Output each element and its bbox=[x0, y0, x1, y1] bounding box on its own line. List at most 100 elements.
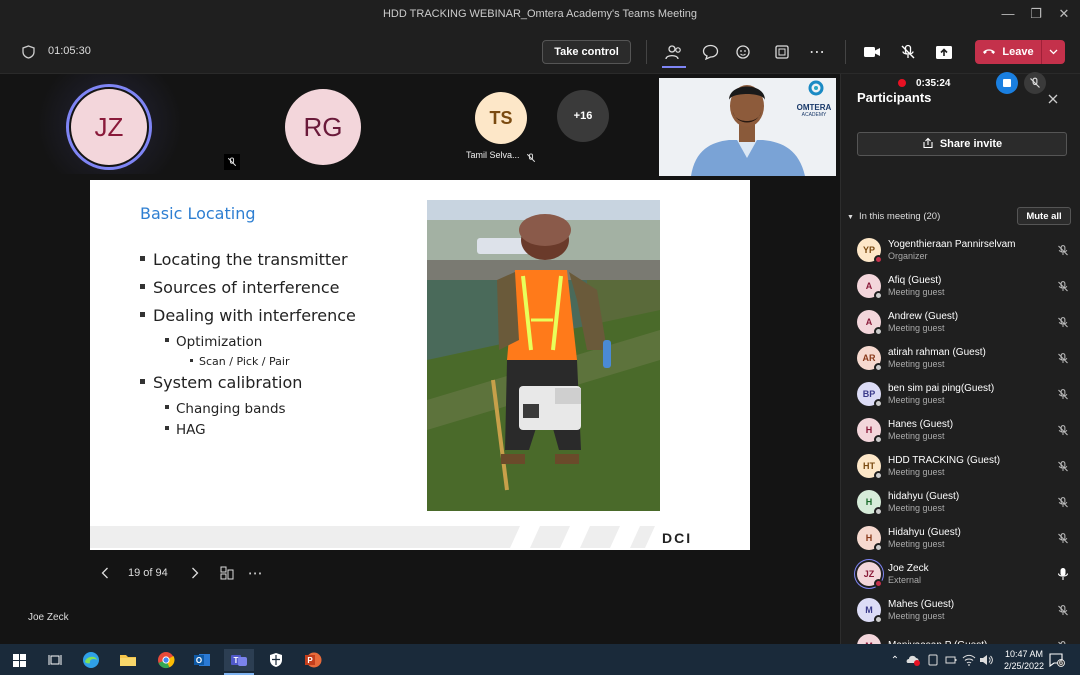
take-control-button[interactable]: Take control bbox=[542, 40, 631, 64]
mic-muted-icon[interactable] bbox=[898, 42, 918, 62]
reactions-icon[interactable] bbox=[735, 42, 755, 62]
outlook-icon[interactable]: O bbox=[191, 649, 213, 671]
powerpoint-icon[interactable]: P bbox=[302, 649, 324, 671]
participant-tile-jz[interactable]: JZ bbox=[66, 84, 152, 170]
participant-info: Hanes (Guest) Meeting guest bbox=[888, 419, 1055, 441]
share-invite-button[interactable]: Share invite bbox=[857, 132, 1067, 156]
participant-row[interactable]: A Andrew (Guest) Meeting guest bbox=[857, 306, 1071, 338]
bullet-square-icon bbox=[140, 284, 145, 289]
mic-muted-icon[interactable] bbox=[1055, 278, 1071, 294]
recording-mic-button[interactable] bbox=[1024, 72, 1046, 94]
bullet-text: Sources of interference bbox=[153, 278, 340, 297]
presence-status-icon bbox=[874, 363, 883, 372]
teams-icon[interactable]: T bbox=[224, 649, 254, 671]
slide-photo bbox=[427, 200, 660, 511]
mic-muted-icon[interactable] bbox=[1055, 602, 1071, 618]
presence-status-icon bbox=[874, 579, 883, 588]
maximize-icon[interactable]: ❐ bbox=[1028, 6, 1044, 22]
minimize-icon[interactable]: — bbox=[1000, 6, 1016, 22]
mic-icon[interactable] bbox=[1055, 566, 1071, 582]
phone-hangup-icon bbox=[982, 46, 996, 58]
participant-row[interactable]: JZ Joe Zeck External bbox=[857, 558, 1071, 590]
participant-info: Afiq (Guest) Meeting guest bbox=[888, 275, 1055, 297]
participant-info: Andrew (Guest) Meeting guest bbox=[888, 311, 1055, 333]
bullet-square-icon bbox=[140, 312, 145, 317]
participant-row[interactable]: AR atirah rahman (Guest) Meeting guest bbox=[857, 342, 1071, 374]
tray-app-icon[interactable] bbox=[902, 649, 924, 671]
close-panel-icon[interactable] bbox=[1047, 92, 1061, 106]
avatar-initials: BP bbox=[862, 389, 876, 399]
mic-muted-icon[interactable] bbox=[1055, 314, 1071, 330]
share-invite-label: Share invite bbox=[939, 138, 1003, 150]
participant-name: Afiq (Guest) bbox=[888, 275, 942, 286]
shield-icon bbox=[20, 44, 36, 60]
avatar-initials: A bbox=[865, 281, 873, 291]
security-shield-icon[interactable] bbox=[265, 649, 287, 671]
mic-muted-icon[interactable] bbox=[1055, 494, 1071, 510]
more-options-icon[interactable]: ⋯ bbox=[807, 42, 827, 62]
notifications-icon[interactable]: 6 bbox=[1046, 649, 1068, 671]
previous-slide-icon[interactable] bbox=[96, 567, 114, 579]
mic-muted-icon[interactable] bbox=[1055, 242, 1071, 258]
volume-icon[interactable] bbox=[975, 649, 997, 671]
participant-row[interactable]: MManivaasan.P (Guest) bbox=[857, 630, 1071, 644]
participant-row[interactable]: A Afiq (Guest) Meeting guest bbox=[857, 270, 1071, 302]
chat-icon[interactable] bbox=[700, 42, 720, 62]
slide-footer: DCI bbox=[90, 524, 750, 550]
participant-row[interactable]: Hhidahyu (Guest) Meeting guest bbox=[857, 486, 1071, 518]
next-slide-icon[interactable] bbox=[186, 567, 204, 579]
task-view-icon[interactable] bbox=[44, 649, 66, 671]
more-participants-tile[interactable]: +16 bbox=[557, 90, 609, 142]
leave-button[interactable]: Leave bbox=[975, 40, 1065, 64]
dci-logo: DCI bbox=[662, 530, 693, 546]
avatar: AR bbox=[857, 346, 883, 372]
participant-row[interactable]: H Hanes (Guest) Meeting guest bbox=[857, 414, 1071, 446]
participant-tile-rg[interactable]: RG bbox=[285, 89, 361, 165]
grid-view-icon[interactable] bbox=[218, 566, 236, 580]
participant-info: Joe Zeck External bbox=[888, 563, 1055, 585]
mic-muted-icon[interactable] bbox=[1055, 350, 1071, 366]
recording-time: 0:35:24 bbox=[916, 77, 951, 89]
camera-icon[interactable] bbox=[862, 42, 882, 62]
participant-tile-ts[interactable]: TS bbox=[475, 92, 527, 144]
mic-muted-icon[interactable] bbox=[1055, 530, 1071, 546]
section-label: In this meeting (20) bbox=[858, 210, 941, 222]
participant-role: Meeting guest bbox=[888, 467, 945, 477]
edge-browser-icon[interactable] bbox=[80, 649, 102, 671]
mic-muted-icon[interactable] bbox=[1055, 422, 1071, 438]
avatar-initials: M bbox=[865, 605, 873, 615]
close-icon[interactable]: ✕ bbox=[1056, 6, 1072, 22]
slide-bullet: Sources of interference bbox=[140, 278, 340, 297]
breakout-rooms-icon[interactable] bbox=[772, 42, 792, 62]
mic-muted-icon[interactable] bbox=[1055, 386, 1071, 402]
participant-info: hidahyu (Guest) Meeting guest bbox=[888, 491, 1055, 513]
mute-all-button[interactable]: Mute all bbox=[1017, 207, 1071, 225]
shared-slide: Basic Locating Locating the transmitter S… bbox=[90, 180, 750, 550]
share-screen-icon[interactable] bbox=[934, 42, 954, 62]
bullet-text: HAG bbox=[176, 422, 206, 438]
chevron-down-icon[interactable] bbox=[1041, 40, 1065, 64]
participant-row[interactable]: HT HDD TRACKING (Guest) Meeting guest bbox=[857, 450, 1071, 482]
chevron-down-icon: ▼ bbox=[847, 213, 854, 221]
people-icon[interactable] bbox=[664, 42, 684, 62]
bullet-square-icon bbox=[140, 379, 145, 384]
chrome-icon[interactable] bbox=[155, 649, 177, 671]
more-options-icon[interactable]: ⋯ bbox=[248, 564, 263, 582]
avatar: JZ bbox=[71, 89, 147, 165]
participant-row[interactable]: H Hidahyu (Guest) Meeting guest bbox=[857, 522, 1071, 554]
record-dot-icon bbox=[898, 79, 906, 87]
participant-row[interactable]: YP Yogenthieraan Pannirselvam Organizer bbox=[857, 234, 1071, 266]
windows-start-icon[interactable] bbox=[8, 649, 30, 671]
mic-muted-icon[interactable] bbox=[1055, 458, 1071, 474]
stop-recording-button[interactable] bbox=[996, 72, 1018, 94]
window-title: HDD TRACKING WEBINAR_Omtera Academy's Te… bbox=[382, 8, 698, 20]
participant-row[interactable]: M Mahes (Guest) Meeting guest bbox=[857, 594, 1071, 626]
file-explorer-icon[interactable] bbox=[117, 649, 139, 671]
presence-status-icon bbox=[874, 399, 883, 408]
system-clock[interactable]: 10:47 AM 2/25/2022 bbox=[1000, 648, 1048, 672]
participant-info: HDD TRACKING (Guest) Meeting guest bbox=[888, 455, 1055, 477]
participant-name: hidahyu (Guest) bbox=[888, 491, 960, 502]
participant-row[interactable]: BP ben sim pai ping(Guest) Meeting guest bbox=[857, 378, 1071, 410]
section-toggle[interactable]: ▼ In this meeting (20) bbox=[847, 211, 940, 222]
video-tile[interactable]: OMTERA ACADEMY bbox=[659, 78, 836, 176]
